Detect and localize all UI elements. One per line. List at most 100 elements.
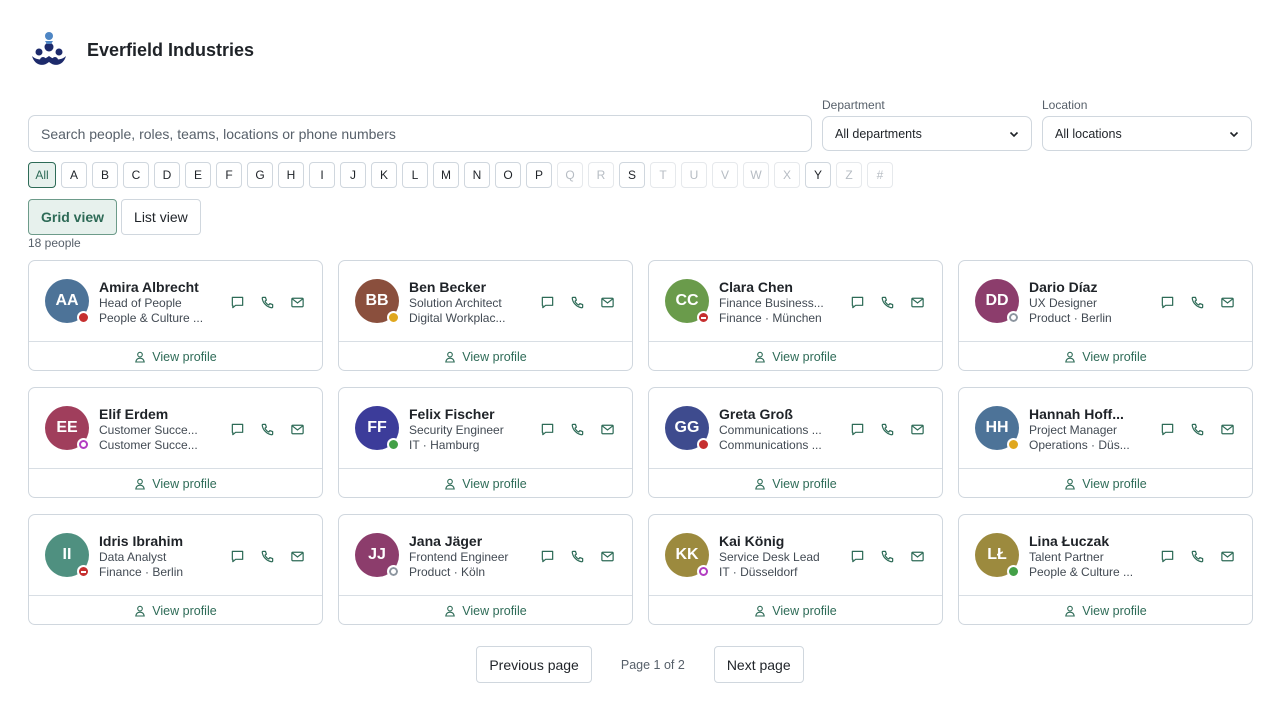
mail-icon[interactable] — [288, 293, 306, 311]
phone-icon[interactable] — [1188, 293, 1206, 311]
letter-filter-e[interactable]: E — [185, 162, 211, 188]
phone-icon[interactable] — [568, 293, 586, 311]
mail-icon[interactable] — [908, 293, 926, 311]
location-select[interactable]: All locations — [1042, 116, 1252, 151]
person-icon — [1064, 605, 1076, 617]
previous-page-button[interactable]: Previous page — [476, 646, 592, 683]
letter-filter-m[interactable]: M — [433, 162, 459, 188]
chat-icon[interactable] — [228, 420, 246, 438]
view-profile-label: View profile — [1082, 476, 1147, 491]
person-name: Elif Erdem — [99, 406, 169, 422]
mail-icon[interactable] — [1218, 547, 1236, 565]
phone-icon[interactable] — [1188, 547, 1206, 565]
chat-icon[interactable] — [848, 547, 866, 565]
presence-status-offline-icon — [1007, 311, 1020, 324]
view-profile-link[interactable]: View profile — [29, 469, 322, 498]
chat-icon[interactable] — [228, 293, 246, 311]
letter-filter-b[interactable]: B — [92, 162, 118, 188]
view-profile-link[interactable]: View profile — [339, 342, 632, 371]
letter-filter-a[interactable]: A — [61, 162, 87, 188]
phone-icon[interactable] — [568, 420, 586, 438]
letter-filter-j[interactable]: J — [340, 162, 366, 188]
phone-icon[interactable] — [878, 293, 896, 311]
contact-actions — [848, 420, 926, 438]
mail-icon[interactable] — [598, 547, 616, 565]
view-profile-link[interactable]: View profile — [649, 342, 942, 371]
phone-icon[interactable] — [258, 420, 276, 438]
person-info: Amira Albrecht Head of People People & Cul… — [99, 278, 209, 326]
people-count: 18 people — [28, 236, 81, 250]
chat-icon[interactable] — [848, 293, 866, 311]
mail-icon[interactable] — [598, 420, 616, 438]
chat-icon[interactable] — [538, 547, 556, 565]
view-profile-link[interactable]: View profile — [959, 342, 1252, 371]
letter-filter-o[interactable]: O — [495, 162, 521, 188]
list-view-button[interactable]: List view — [121, 199, 201, 235]
person-team-location: Communications ... — [719, 438, 822, 452]
phone-icon[interactable] — [878, 547, 896, 565]
letter-filter-k[interactable]: K — [371, 162, 397, 188]
letter-filter-f[interactable]: F — [216, 162, 242, 188]
person-icon — [134, 478, 146, 490]
chat-icon[interactable] — [1158, 547, 1176, 565]
chat-icon[interactable] — [848, 420, 866, 438]
person-role: Security Engineer — [409, 423, 504, 437]
chat-icon[interactable] — [1158, 293, 1176, 311]
contact-actions — [538, 293, 616, 311]
view-profile-link[interactable]: View profile — [649, 596, 942, 625]
contact-actions — [848, 293, 926, 311]
mail-icon[interactable] — [1218, 293, 1236, 311]
letter-filter-i[interactable]: I — [309, 162, 335, 188]
phone-icon[interactable] — [878, 420, 896, 438]
letter-filter-h[interactable]: H — [278, 162, 304, 188]
chat-icon[interactable] — [538, 293, 556, 311]
person-name: Hannah Hoff... — [1029, 406, 1124, 422]
search-input[interactable] — [28, 115, 812, 152]
view-profile-link[interactable]: View profile — [339, 469, 632, 498]
phone-icon[interactable] — [568, 547, 586, 565]
grid-view-button[interactable]: Grid view — [28, 199, 118, 235]
view-profile-label: View profile — [462, 476, 527, 491]
person-team-location: IT · Düsseldorf — [719, 565, 798, 579]
person-info: Kai König Service Desk Lead IT · Düsseldor… — [719, 532, 829, 580]
letter-filter-g[interactable]: G — [247, 162, 273, 188]
view-profile-label: View profile — [462, 349, 527, 364]
view-profile-link[interactable]: View profile — [29, 596, 322, 625]
next-page-button[interactable]: Next page — [713, 646, 804, 683]
letter-filter-l[interactable]: L — [402, 162, 428, 188]
presence-status-available-icon — [387, 438, 400, 451]
department-select[interactable]: All departments — [822, 116, 1032, 151]
letter-filter-c[interactable]: C — [123, 162, 149, 188]
letter-filter-d[interactable]: D — [154, 162, 180, 188]
phone-icon[interactable] — [258, 293, 276, 311]
view-profile-link[interactable]: View profile — [649, 469, 942, 498]
presence-status-away-icon — [387, 311, 400, 324]
view-profile-link[interactable]: View profile — [959, 469, 1252, 498]
letter-filter-s[interactable]: S — [619, 162, 645, 188]
letter-filter-p[interactable]: P — [526, 162, 552, 188]
letter-filter-n[interactable]: N — [464, 162, 490, 188]
letter-filter-all[interactable]: All — [28, 162, 56, 188]
phone-icon[interactable] — [1188, 420, 1206, 438]
chat-icon[interactable] — [228, 547, 246, 565]
chat-icon[interactable] — [1158, 420, 1176, 438]
person-role: Talent Partner — [1029, 550, 1104, 564]
person-card: CC Clara Chen Finance Business... Finance ·… — [648, 260, 943, 371]
view-profile-link[interactable]: View profile — [339, 596, 632, 625]
mail-icon[interactable] — [908, 547, 926, 565]
mail-icon[interactable] — [908, 420, 926, 438]
presence-status-ooo-icon — [77, 438, 90, 451]
mail-icon[interactable] — [288, 547, 306, 565]
phone-icon[interactable] — [258, 547, 276, 565]
person-team-location: People & Culture ... — [99, 311, 204, 325]
view-profile-link[interactable]: View profile — [959, 596, 1252, 625]
person-card: HH Hannah Hoff... Project Manager Operation… — [958, 387, 1253, 498]
chat-icon[interactable] — [538, 420, 556, 438]
mail-icon[interactable] — [288, 420, 306, 438]
mail-icon[interactable] — [1218, 420, 1236, 438]
mail-icon[interactable] — [598, 293, 616, 311]
company-name: Everfield Industries — [87, 39, 255, 60]
person-role: Frontend Engineer — [409, 550, 509, 564]
letter-filter-y[interactable]: Y — [805, 162, 831, 188]
view-profile-link[interactable]: View profile — [29, 342, 322, 371]
